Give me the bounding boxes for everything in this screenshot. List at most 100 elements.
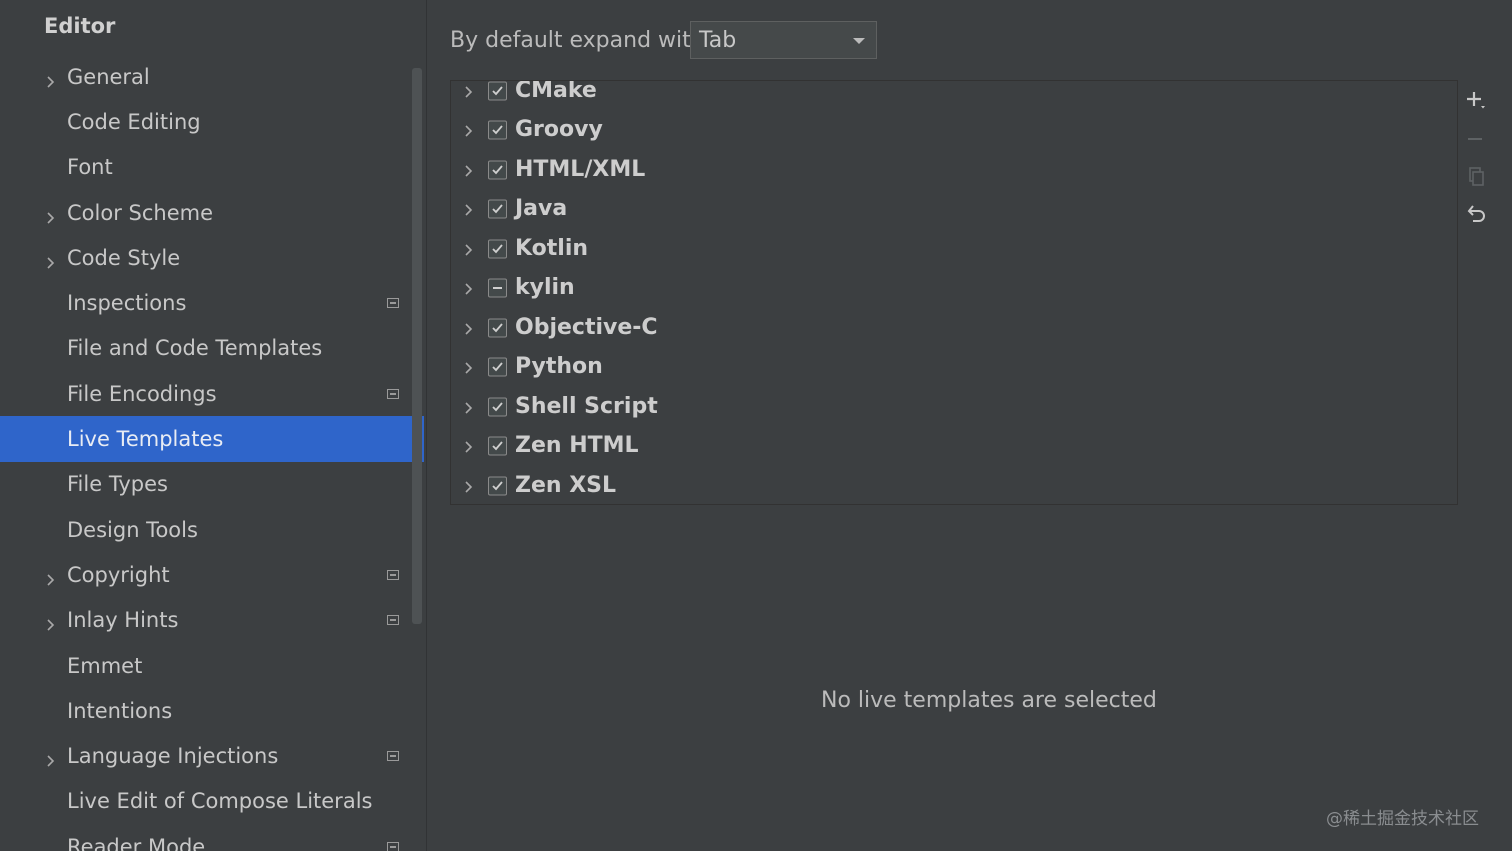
template-group-checkbox[interactable] xyxy=(488,318,507,338)
add-icon[interactable] xyxy=(1464,89,1488,113)
sidebar-item-label: Intentions xyxy=(67,698,173,723)
template-group-row[interactable]: Shell Script xyxy=(451,387,1441,427)
template-group-row[interactable]: kylin xyxy=(451,269,1441,309)
sidebar-item-file-types[interactable]: File Types xyxy=(0,462,424,507)
sidebar-item-reader-mode[interactable]: Reader Mode xyxy=(0,824,424,851)
project-scope-icon xyxy=(387,569,399,580)
expand-with-select[interactable]: Tab xyxy=(690,21,877,59)
sidebar-item-label: Language Injections xyxy=(67,744,279,769)
chevron-right-icon[interactable] xyxy=(462,242,476,256)
template-group-name: HTML/XML xyxy=(515,156,646,182)
sidebar-item-label: File Encodings xyxy=(67,381,217,406)
template-group-row[interactable]: Zen HTML xyxy=(451,427,1441,467)
template-group-row[interactable]: Kotlin xyxy=(451,229,1441,269)
template-group-checkbox[interactable] xyxy=(488,278,507,298)
remove-icon[interactable] xyxy=(1464,128,1488,152)
expand-with-value: Tab xyxy=(699,28,737,53)
sidebar-item-label: Reader Mode xyxy=(67,834,206,851)
template-group-row[interactable]: Objective-C xyxy=(451,308,1441,348)
copy-icon[interactable] xyxy=(1464,164,1488,188)
sidebar-scrollbar[interactable] xyxy=(412,68,422,624)
chevron-right-icon[interactable] xyxy=(462,281,476,295)
sidebar-item-code-style[interactable]: Code Style xyxy=(0,235,424,280)
template-group-name: Groovy xyxy=(515,117,603,143)
sidebar-item-label: Design Tools xyxy=(67,517,198,542)
chevron-right-icon[interactable] xyxy=(44,70,58,88)
template-group-name: Zen HTML xyxy=(515,433,639,459)
template-group-checkbox[interactable] xyxy=(488,199,507,219)
sidebar-item-label: Code Editing xyxy=(67,109,201,134)
template-group-name: Zen XSL xyxy=(515,472,617,498)
template-group-checkbox[interactable] xyxy=(488,120,507,140)
sidebar-item-label: General xyxy=(67,64,150,89)
chevron-right-icon[interactable] xyxy=(462,84,476,98)
project-scope-icon xyxy=(387,298,399,309)
chevron-right-icon[interactable] xyxy=(44,568,58,586)
template-group-checkbox[interactable] xyxy=(488,160,507,180)
sidebar-item-file-encodings[interactable]: File Encodings xyxy=(0,371,424,416)
template-group-row[interactable]: Groovy xyxy=(451,111,1441,151)
template-group-name: kylin xyxy=(515,275,575,301)
live-templates-panel: By default expand with Tab CMake Groovy HT… xyxy=(427,0,1512,851)
sidebar-item-design-tools[interactable]: Design Tools xyxy=(0,507,424,552)
sidebar-item-color-scheme[interactable]: Color Scheme xyxy=(0,190,424,235)
sidebar-item-label: Live Templates xyxy=(67,427,224,452)
sidebar-item-inspections[interactable]: Inspections xyxy=(0,280,424,325)
template-groups-tree: CMake Groovy HTML/XML Java Kotlin kylin Object… xyxy=(450,80,1493,505)
chevron-right-icon[interactable] xyxy=(44,749,58,767)
sidebar-item-file-and-code-templates[interactable]: File and Code Templates xyxy=(0,326,424,371)
chevron-right-icon[interactable] xyxy=(462,321,476,335)
chevron-right-icon[interactable] xyxy=(462,439,476,453)
template-group-row[interactable]: HTML/XML xyxy=(451,150,1441,190)
sidebar-item-label: Copyright xyxy=(67,562,170,587)
sidebar-item-label: Inlay Hints xyxy=(67,608,179,633)
template-group-checkbox[interactable] xyxy=(488,476,507,496)
sidebar-item-copyright[interactable]: Copyright xyxy=(0,552,424,597)
chevron-right-icon[interactable] xyxy=(462,479,476,493)
sidebar-item-font[interactable]: Font xyxy=(0,145,424,190)
chevron-right-icon[interactable] xyxy=(462,400,476,414)
settings-sidebar: Editor General Code Editing Font Color Sche… xyxy=(0,0,427,851)
sidebar-item-emmet[interactable]: Emmet xyxy=(0,643,424,688)
project-scope-icon xyxy=(387,388,399,399)
template-group-checkbox[interactable] xyxy=(488,239,507,259)
chevron-right-icon[interactable] xyxy=(462,360,476,374)
template-group-row[interactable]: Java xyxy=(451,190,1441,230)
template-group-checkbox[interactable] xyxy=(488,397,507,417)
sidebar-item-label: Emmet xyxy=(67,653,143,678)
sidebar-item-intentions[interactable]: Intentions xyxy=(0,688,424,733)
sidebar-item-label: Code Style xyxy=(67,245,181,270)
chevron-right-icon[interactable] xyxy=(462,202,476,216)
template-group-name: Python xyxy=(515,354,603,380)
template-group-checkbox[interactable] xyxy=(488,436,507,456)
sidebar-item-label: File and Code Templates xyxy=(67,336,323,361)
template-group-name: Objective-C xyxy=(515,314,658,340)
tree-toolbar xyxy=(1457,80,1494,505)
sidebar-item-general[interactable]: General xyxy=(0,54,424,99)
sidebar-item-live-templates[interactable]: Live Templates xyxy=(0,416,424,462)
template-group-row[interactable]: CMake xyxy=(451,81,1441,111)
sidebar-list: General Code Editing Font Color Scheme Code … xyxy=(0,54,424,851)
empty-selection-message: No live templates are selected xyxy=(821,688,1157,713)
template-group-checkbox[interactable] xyxy=(488,81,507,101)
sidebar-item-language-injections[interactable]: Language Injections xyxy=(0,733,424,778)
project-scope-icon xyxy=(387,841,399,851)
sidebar-item-inlay-hints[interactable]: Inlay Hints xyxy=(0,598,424,643)
chevron-right-icon[interactable] xyxy=(462,123,476,137)
sidebar-item-code-editing[interactable]: Code Editing xyxy=(0,99,424,144)
project-scope-icon xyxy=(387,615,399,626)
sidebar-item-label: File Types xyxy=(67,472,168,497)
chevron-right-icon[interactable] xyxy=(44,206,58,224)
template-groups-list: CMake Groovy HTML/XML Java Kotlin kylin Object… xyxy=(451,81,1441,504)
template-group-checkbox[interactable] xyxy=(488,357,507,377)
sidebar-item-live-edit-of-compose-literals[interactable]: Live Edit of Compose Literals xyxy=(0,779,424,824)
chevron-right-icon[interactable] xyxy=(44,613,58,631)
restore-icon[interactable] xyxy=(1464,202,1488,226)
chevron-right-icon[interactable] xyxy=(462,163,476,177)
sidebar-item-label: Font xyxy=(67,155,113,180)
template-group-row[interactable]: Python xyxy=(451,348,1441,388)
template-group-name: Shell Script xyxy=(515,393,658,419)
template-group-row[interactable]: Zen XSL xyxy=(451,466,1441,504)
chevron-right-icon[interactable] xyxy=(44,251,58,269)
watermark: @稀土掘金技术社区 xyxy=(1326,809,1479,829)
